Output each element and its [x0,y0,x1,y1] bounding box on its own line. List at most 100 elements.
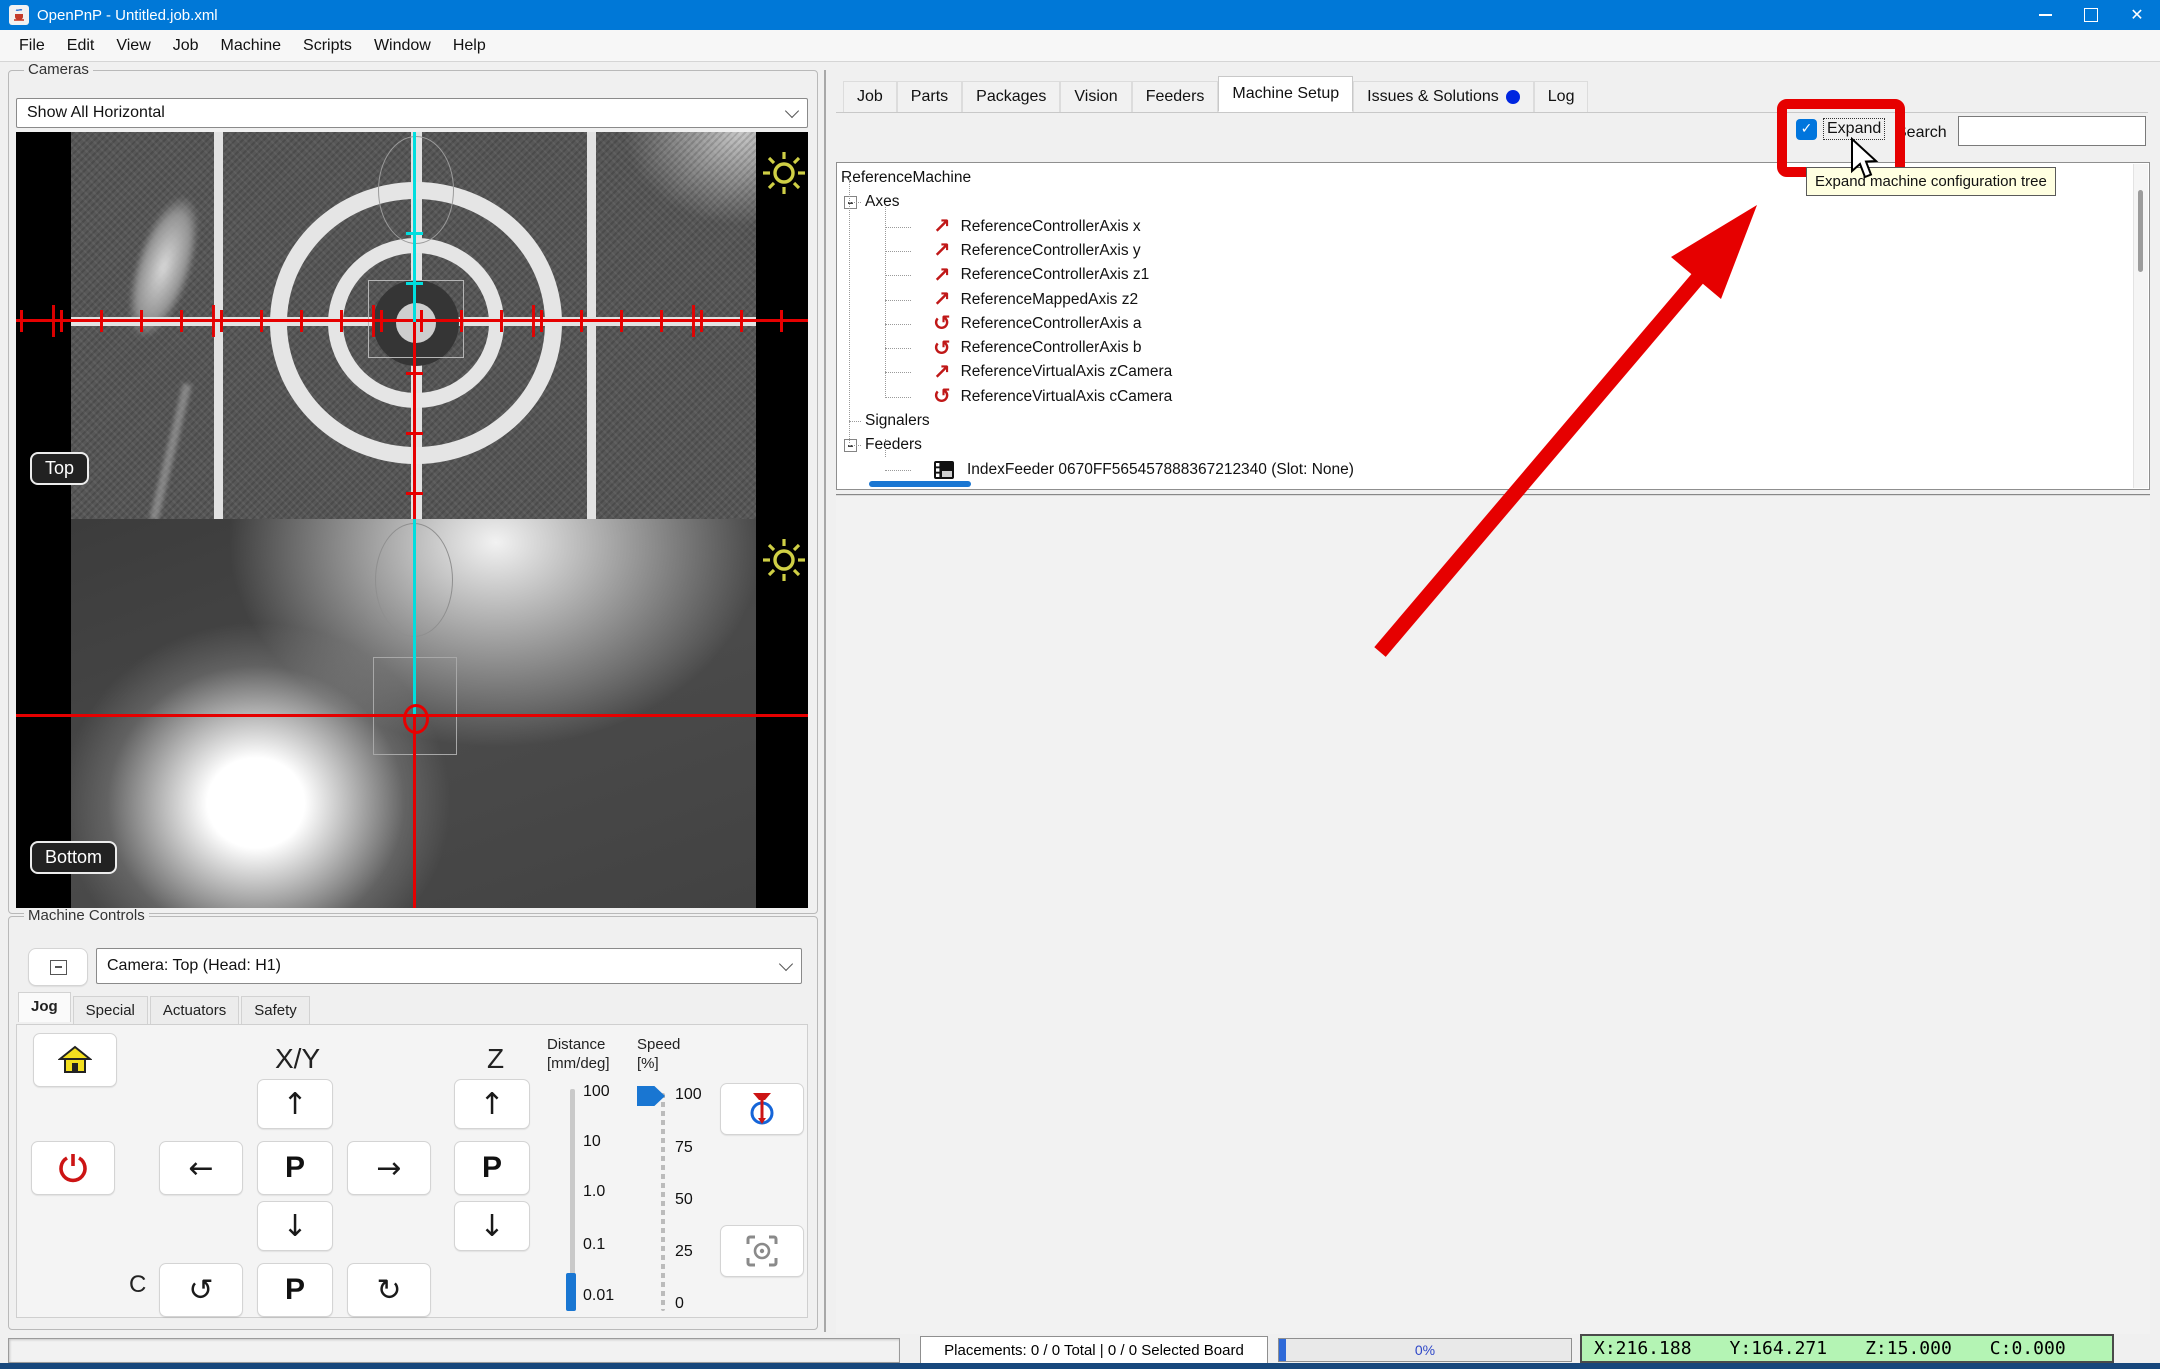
top-camera-view[interactable]: Top [16,132,808,519]
bottom-camera-view[interactable]: Bottom [16,519,808,908]
maximize-button[interactable] [2068,0,2114,30]
menu-scripts[interactable]: Scripts [292,33,363,59]
tree-connector [885,372,911,373]
bottom-camera-label: Bottom [30,841,117,874]
position-c-button[interactable]: P [257,1263,333,1317]
menu-file[interactable]: File [8,33,56,59]
tree-connector [885,300,911,301]
tree-vertical-scrollbar[interactable] [2133,164,2148,488]
arrow-down-icon: ↓ [282,1209,307,1244]
progress-percent: 0% [1415,1342,1435,1358]
expand-tooltip: Expand machine configuration tree [1806,167,2056,196]
tree-node-referencecontrolleraxisa[interactable]: ↺ReferenceControllerAxis a [933,312,1142,336]
tree-node-referencevirtualaxiszcamera[interactable]: ↗ReferenceVirtualAxis zCamera [933,360,1172,384]
home-button[interactable] [33,1033,117,1087]
dro-c: C:0.000 [1990,1338,2066,1359]
expand-checkbox[interactable]: ✓ [1796,119,1817,140]
tree-node-indexfeeder0670ff565457888367212340[interactable]: IndexFeeder 0670FF565457888367212340 (Sl… [933,458,1354,482]
speed-caption: Speed[%] [637,1035,680,1073]
linear-axis-icon: ↗ [933,240,951,261]
tab-issues-solutions[interactable]: Issues & Solutions [1353,81,1534,112]
tab-vision[interactable]: Vision [1060,81,1131,112]
jog-x-plus-button[interactable]: → [347,1141,431,1195]
dro-z: Z:15.000 [1865,1338,1952,1359]
tree-node-label: IndexFeeder 0670FF565457888367212340 (Sl… [967,461,1354,479]
position-p-icon: P [285,1273,305,1307]
mc-tab-actuators[interactable]: Actuators [150,996,239,1024]
rotate-cw-button[interactable]: ↻ [347,1263,431,1317]
cyan-tick-2 [406,282,423,285]
tree-connector [849,445,861,446]
brightness-icon[interactable] [761,537,807,583]
red-tick-1 [406,372,423,375]
tree-node-referencecontrolleraxisy[interactable]: ↗ReferenceControllerAxis y [933,239,1141,263]
mc-tab-special[interactable]: Special [73,996,148,1024]
tree-node-referencecontrolleraxisb[interactable]: ↺ReferenceControllerAxis b [933,336,1142,360]
position-xy-button[interactable]: P [257,1141,333,1195]
tab-parts[interactable]: Parts [897,81,962,112]
tree-node-axes[interactable]: Axes [865,190,899,214]
tree-node-referencevirtualaxisccamera[interactable]: ↺ReferenceVirtualAxis cCamera [933,385,1172,409]
tree-node-referencecontrolleraxisz1[interactable]: ↗ReferenceControllerAxis z1 [933,263,1149,287]
distance-slider-thumb[interactable] [566,1273,576,1311]
config-detail-panel [836,494,2150,1334]
brightness-icon[interactable] [761,150,807,196]
jog-y-plus-button[interactable]: ↑ [257,1079,333,1129]
collapse-jog-button[interactable] [28,948,88,986]
jog-y-minus-button[interactable]: ↓ [257,1201,333,1251]
tree-node-referencecontrolleraxisx[interactable]: ↗ReferenceControllerAxis x [933,215,1141,239]
panel-splitter[interactable] [824,70,826,1332]
power-button[interactable] [31,1141,115,1195]
tree-connector [885,227,911,228]
menu-help[interactable]: Help [442,33,497,59]
search-input[interactable] [1958,116,2146,146]
close-icon: ✕ [2130,7,2143,23]
camera-view-selector[interactable]: Show All Horizontal [16,98,808,128]
jog-z-up-button[interactable]: ↑ [454,1079,530,1129]
dro-y: Y:164.271 [1730,1338,1828,1359]
position-z-button[interactable]: P [454,1141,530,1195]
jog-target-selector[interactable]: Camera: Top (Head: H1) [96,948,802,984]
tree-node-referencemappedaxisz2[interactable]: ↗ReferenceMappedAxis z2 [933,288,1138,312]
menu-window[interactable]: Window [363,33,442,59]
mc-tab-jog[interactable]: Jog [18,992,71,1022]
tree-connector [885,324,911,325]
mc-tab-safety[interactable]: Safety [241,996,310,1024]
tab-label: Parts [911,88,948,106]
tab-packages[interactable]: Packages [962,81,1060,112]
scrollbar-thumb[interactable] [2138,190,2143,272]
rotary-axis-icon: ↺ [933,386,951,407]
tree-horizontal-scrollbar-thumb[interactable] [869,481,971,487]
jog-x-minus-button[interactable]: ← [159,1141,243,1195]
minimize-button[interactable] [2022,0,2068,30]
close-button[interactable]: ✕ [2114,0,2160,30]
tree-connector [885,251,911,252]
tree-node-referencemachine[interactable]: ReferenceMachine [841,166,971,190]
top-camera-label: Top [30,452,89,485]
arrow-up-icon: ↑ [282,1087,307,1122]
position-p-icon: P [482,1151,502,1185]
park-nozzle-icon [747,1091,777,1127]
menu-machine[interactable]: Machine [210,33,292,59]
menu-job[interactable]: Job [162,33,210,59]
distance-tick-0-01: 0.01 [583,1287,614,1305]
arrow-left-icon: ← [188,1151,213,1186]
jog-target-value: Camera: Top (Head: H1) [107,957,281,975]
jog-z-down-button[interactable]: ↓ [454,1201,530,1251]
speed-slider[interactable] [661,1093,665,1311]
rotate-ccw-button[interactable]: ↺ [159,1263,243,1317]
menu-edit[interactable]: Edit [56,33,106,59]
tab-job[interactable]: Job [843,81,897,112]
tree-node-label: Feeders [865,436,922,454]
capture-camera-position-button[interactable] [720,1225,804,1277]
park-head-button[interactable] [720,1083,804,1135]
tab-feeders[interactable]: Feeders [1132,81,1219,112]
tree-node-signalers[interactable]: Signalers [865,409,930,433]
tab-machine-setup[interactable]: Machine Setup [1218,76,1353,112]
tree-node-feeders[interactable]: Feeders [865,433,922,457]
tab-log[interactable]: Log [1534,81,1589,112]
menu-view[interactable]: View [105,33,161,59]
search-label: Search [1896,124,1947,142]
reticle-ellipse [378,136,454,244]
crosshair-cyan-vertical [413,132,416,322]
